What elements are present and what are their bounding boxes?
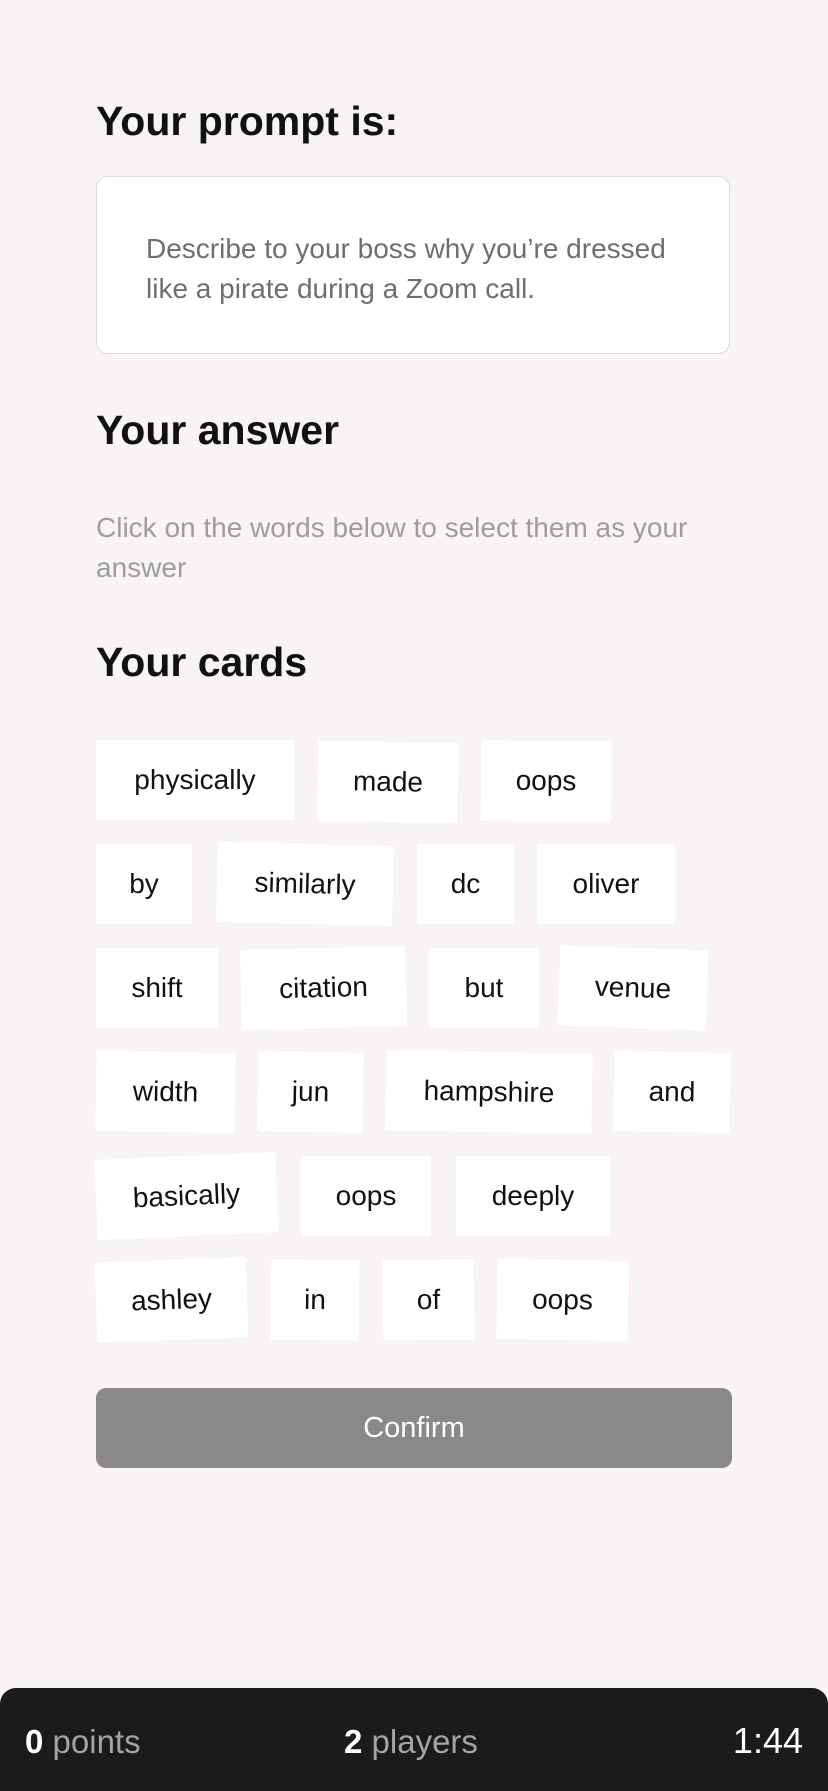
word-card-label: but	[464, 972, 504, 1003]
answer-hint: Click on the words below to select them …	[96, 512, 688, 583]
word-card-label: similarly	[254, 866, 356, 901]
players-value: 2	[344, 1723, 363, 1760]
word-card[interactable]: hampshire	[385, 1050, 593, 1134]
word-card-label: shift	[131, 972, 183, 1003]
word-card-label: physically	[134, 764, 256, 795]
word-card-label: made	[352, 765, 424, 798]
prompt-box: Describe to your boss why you’re dressed…	[96, 176, 730, 354]
word-card[interactable]: jun	[257, 1051, 364, 1133]
word-card[interactable]: in	[270, 1259, 360, 1341]
prompt-text: Describe to your boss why you’re dressed…	[146, 233, 666, 304]
word-card[interactable]: ashley	[94, 1257, 249, 1343]
cards-heading: Your cards	[96, 639, 308, 685]
word-card[interactable]: but	[429, 948, 539, 1028]
word-card-label: dc	[450, 868, 481, 899]
word-card-label: oops	[335, 1180, 397, 1211]
word-card-label: in	[303, 1283, 327, 1316]
word-card[interactable]: and	[613, 1050, 731, 1134]
word-card[interactable]: venue	[557, 945, 709, 1031]
confirm-button[interactable]: Confirm	[96, 1388, 732, 1468]
players-label: players	[371, 1723, 478, 1760]
prompt-heading: Your prompt is:	[96, 98, 399, 144]
word-card-label: of	[416, 1283, 441, 1316]
word-card[interactable]: similarly	[215, 841, 395, 927]
word-card[interactable]: basically	[94, 1152, 279, 1240]
word-card[interactable]: of	[382, 1259, 475, 1341]
word-card-label: citation	[278, 970, 369, 1005]
word-card[interactable]: made	[317, 740, 459, 824]
word-card[interactable]: dc	[417, 844, 514, 924]
word-card-label: ashley	[130, 1282, 213, 1317]
word-card-label: jun	[291, 1075, 330, 1108]
word-card-label: venue	[594, 970, 672, 1005]
word-card-label: oops	[531, 1283, 594, 1316]
word-card[interactable]: by	[96, 844, 192, 924]
word-card-label: hampshire	[423, 1074, 555, 1109]
word-card[interactable]: oops	[301, 1156, 431, 1236]
word-card-label: oops	[515, 764, 577, 797]
word-card[interactable]: deeply	[456, 1156, 610, 1236]
answer-heading: Your answer	[96, 407, 340, 453]
status-footer: 0 points 2 players 1:44	[0, 1688, 828, 1791]
word-card-label: oliver	[572, 868, 640, 899]
players-display: 2 players	[344, 1723, 478, 1761]
word-card[interactable]: oliver	[537, 844, 675, 924]
word-card[interactable]: shift	[96, 948, 218, 1028]
points-display: 0 points	[25, 1723, 141, 1761]
word-card-label: basically	[132, 1177, 241, 1214]
points-value: 0	[25, 1723, 44, 1760]
word-card[interactable]: oops	[480, 740, 612, 822]
word-card[interactable]: oops	[496, 1258, 629, 1342]
word-card-label: by	[129, 868, 159, 899]
points-label: points	[52, 1723, 141, 1760]
word-card[interactable]: physically	[96, 740, 294, 820]
word-card-label: deeply	[491, 1180, 575, 1211]
countdown-timer: 1:44	[732, 1720, 803, 1761]
word-card[interactable]: citation	[239, 945, 408, 1031]
word-card-label: and	[648, 1075, 696, 1108]
word-card-label: width	[132, 1075, 199, 1108]
word-card[interactable]: width	[95, 1050, 236, 1134]
